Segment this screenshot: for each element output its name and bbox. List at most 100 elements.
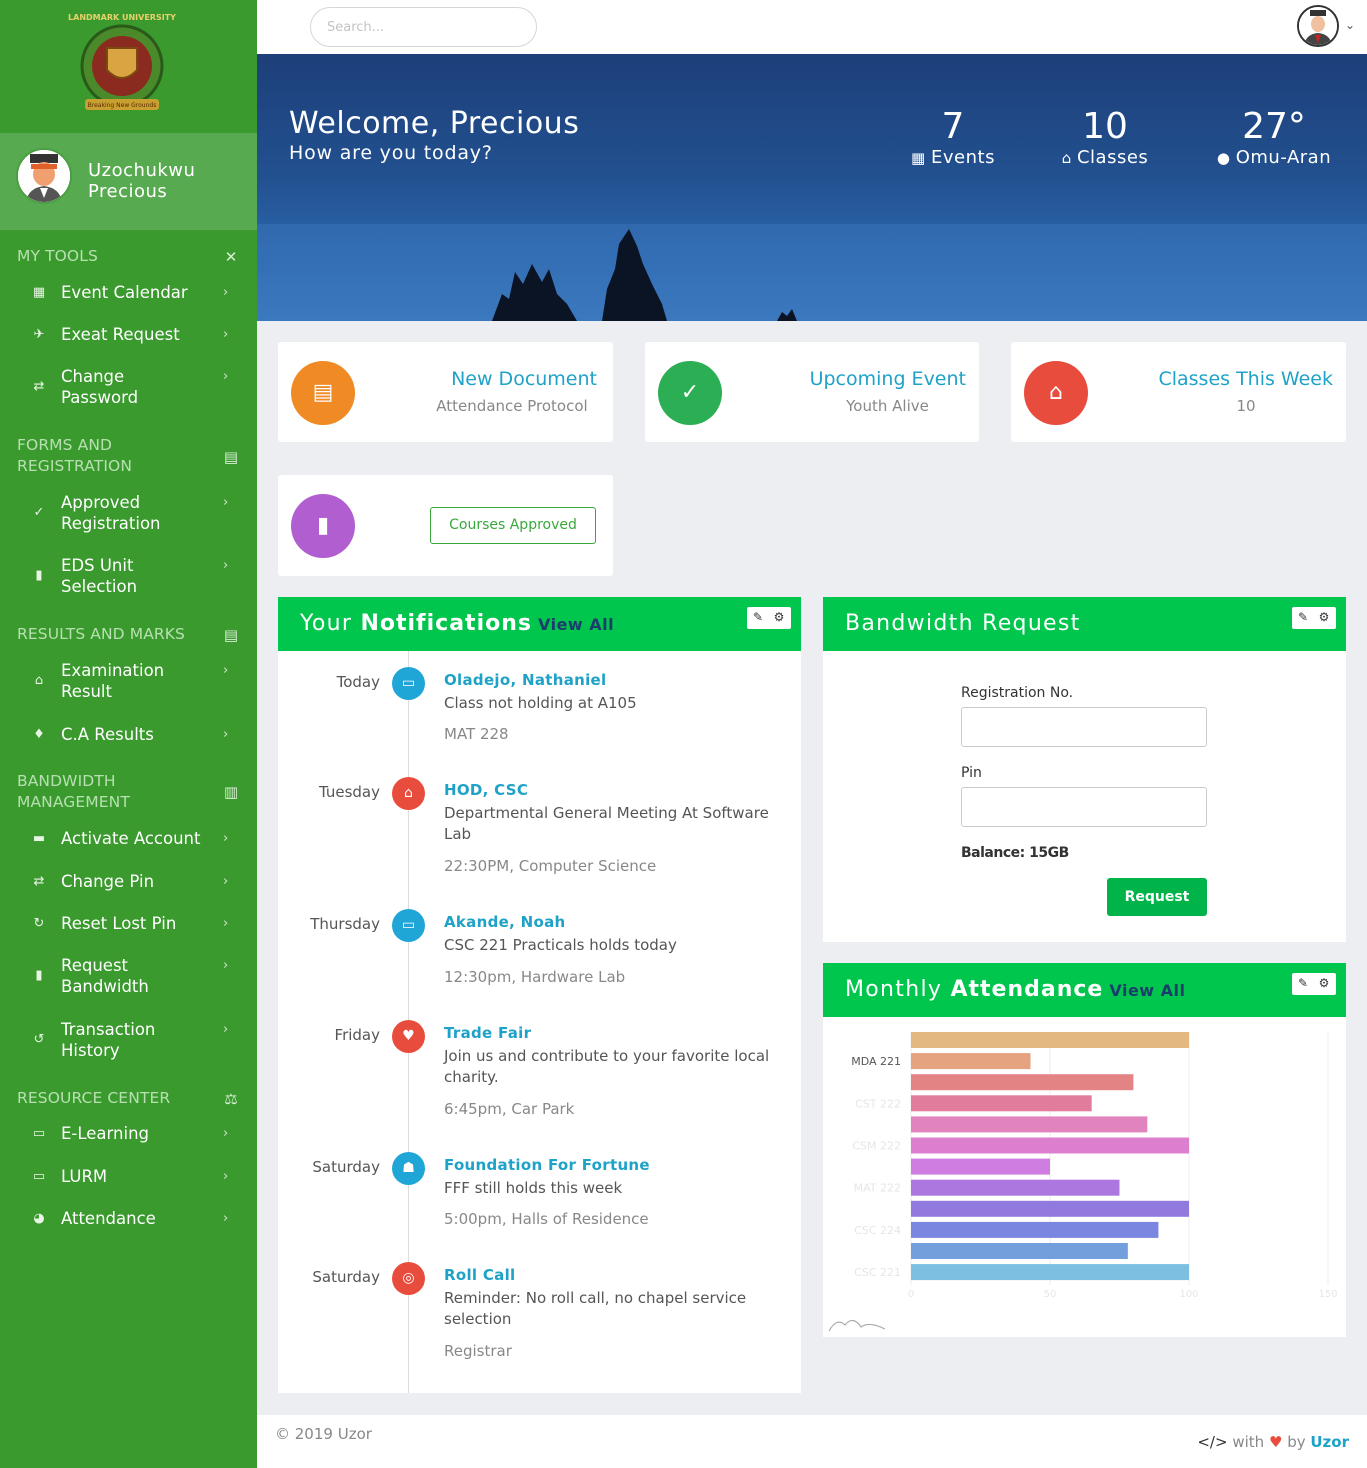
footer-author-link[interactable]: Uzor: [1310, 1433, 1349, 1451]
timeline-meta: 12:30pm, Hardware Lab: [444, 968, 626, 986]
university-logo[interactable]: Breaking New Grounds LANDMARK UNIVERSITY: [0, 0, 257, 133]
card-title: Upcoming Event: [809, 368, 966, 390]
gear-icon[interactable]: ⚙: [1316, 976, 1332, 990]
attendance-title: Monthly Attendance View All: [845, 977, 1186, 1002]
chart-tick-label: 50: [1044, 1289, 1057, 1300]
chevron-right-icon: ›: [223, 874, 229, 889]
clipboard-icon: ▮: [35, 568, 43, 583]
timeline-name[interactable]: Trade Fair: [444, 1024, 531, 1042]
search-input[interactable]: [310, 7, 537, 47]
chart-bar: [911, 1137, 1189, 1154]
attendance-header: Monthly Attendance View All ✎ ⚙: [823, 963, 1346, 1017]
timeline-name[interactable]: Oladejo, Nathaniel: [444, 671, 606, 689]
notifications-header: Your Notifications View All ✎ ⚙: [278, 597, 801, 651]
user-profile[interactable]: Uzochukwu Precious: [0, 133, 257, 230]
sitemap-icon: ☗: [392, 1152, 425, 1185]
pie-chart-icon: ◕: [33, 1211, 45, 1226]
fingerprint-icon: ◎: [392, 1262, 425, 1295]
registration-label: Registration No.: [961, 685, 1074, 701]
panel-tools: ✎ ⚙: [747, 607, 791, 629]
sidebar: Breaking New Grounds LANDMARK UNIVERSITY…: [0, 0, 257, 1468]
award-icon: ♦: [33, 727, 45, 742]
timeline-meta: 6:45pm, Car Park: [444, 1100, 575, 1118]
chart-bar: [911, 1116, 1148, 1133]
edit-icon[interactable]: ✎: [1295, 976, 1311, 990]
footer: © 2019 Uzor </> with ♥ by Uzor: [257, 1415, 1367, 1468]
banner-background: [257, 224, 1367, 321]
timeline-name[interactable]: HOD, CSC: [444, 781, 528, 799]
university-icon: ⌂: [1024, 361, 1088, 425]
heart-icon: ♥: [392, 1020, 425, 1053]
chevron-right-icon: ›: [223, 663, 229, 678]
timeline-name[interactable]: Akande, Noah: [444, 913, 565, 931]
chevron-down-icon[interactable]: ⌄: [1345, 18, 1355, 32]
chevron-right-icon: ›: [223, 327, 229, 342]
card-title: Classes This Week: [1158, 368, 1333, 390]
request-button[interactable]: Request: [1107, 878, 1207, 916]
sidebar-item-label: EDS Unit Selection: [61, 556, 138, 596]
timeline-desc: Departmental General Meeting At Software…: [444, 804, 769, 843]
exchange-icon: ⇄: [33, 874, 45, 889]
card-new-document[interactable]: ▤ New Document Attendance Protocol: [278, 342, 613, 442]
chart-bar: [911, 1158, 1050, 1175]
footer-with: with: [1232, 1433, 1265, 1451]
chart-bar: [911, 1264, 1189, 1281]
sidebar-item-label: Approved Registration: [61, 493, 161, 533]
card-classes-week[interactable]: ⌂ Classes This Week 10: [1011, 342, 1346, 442]
section-my-tools: MY TOOLS: [17, 247, 98, 265]
edit-icon[interactable]: ✎: [1295, 610, 1311, 624]
timeline-name[interactable]: Foundation For Fortune: [444, 1156, 650, 1174]
chart-bar: [911, 1179, 1120, 1196]
chart-tick-label: 0: [908, 1289, 914, 1300]
timeline-meta: Registrar: [444, 1342, 512, 1360]
pin-input[interactable]: [961, 787, 1207, 827]
gear-icon[interactable]: ⚙: [1316, 610, 1332, 624]
courses-approved-button[interactable]: Courses Approved: [430, 507, 596, 544]
section-results-marks: RESULTS AND MARKS: [17, 625, 185, 643]
footer-credit: </> with ♥ by Uzor: [1197, 1433, 1349, 1451]
stat-classes: 10 ⌂ Classes: [1055, 106, 1155, 168]
logo-text: LANDMARK UNIVERSITY: [68, 13, 176, 22]
chart-category-label: CSC 221: [854, 1266, 901, 1279]
footer-copyright: © 2019 Uzor: [275, 1425, 372, 1443]
notifications-view-all-link[interactable]: View All: [538, 615, 614, 634]
stat-events-value: 7: [941, 106, 965, 147]
bar-chart-icon: ▥: [223, 783, 239, 801]
timeline-desc: CSC 221 Practicals holds today: [444, 936, 677, 954]
user-menu-avatar[interactable]: [1297, 5, 1339, 47]
chevron-right-icon: ›: [223, 495, 229, 510]
edit-icon[interactable]: ✎: [750, 610, 766, 624]
chevron-right-icon: ›: [223, 958, 229, 973]
university-icon: ⌂: [392, 777, 425, 810]
tools-icon: ✕: [224, 248, 238, 266]
bandwidth-header: Bandwidth Request ✎ ⚙: [823, 597, 1346, 651]
chart-category-label: CST 222: [855, 1097, 901, 1110]
map-marker-icon: ●: [1216, 149, 1236, 167]
book-icon: ▮: [291, 494, 355, 558]
attendance-panel: Monthly Attendance View All ✎ ⚙ 0 50 100 150 M…: [823, 963, 1346, 1337]
gear-icon[interactable]: ⚙: [771, 610, 787, 624]
chart-watermark: [828, 1319, 886, 1332]
registration-input[interactable]: [961, 707, 1207, 747]
timeline-desc: Reminder: No roll call, no chapel servic…: [444, 1289, 747, 1328]
chevron-right-icon: ›: [223, 1169, 229, 1184]
calendar-icon: ▦: [911, 149, 931, 167]
bandwidth-panel: Bandwidth Request ✎ ⚙ Registration No. Pi…: [823, 597, 1346, 942]
logo-motto: Breaking New Grounds: [88, 102, 157, 109]
user-last-name: Precious: [88, 181, 168, 202]
exchange-icon: ⇄: [33, 379, 45, 394]
chevron-right-icon: ›: [223, 1126, 229, 1141]
history-icon: ↺: [33, 1032, 45, 1047]
stat-weather-label: Omu-Aran: [1235, 147, 1332, 168]
timeline-meta: 22:30PM, Computer Science: [444, 857, 657, 875]
timeline-day: Saturday: [312, 1158, 380, 1176]
sidebar-item-label: Change Pin: [61, 872, 155, 891]
card-upcoming-event[interactable]: ✓ Upcoming Event Youth Alive: [645, 342, 979, 442]
attendance-view-all-link[interactable]: View All: [1109, 981, 1185, 1000]
timeline-name[interactable]: Roll Call: [444, 1266, 515, 1284]
laptop-icon: ▭: [392, 909, 425, 942]
stat-classes-label: Classes: [1076, 147, 1149, 168]
timeline-meta: 5:00pm, Halls of Residence: [444, 1210, 649, 1228]
bandwidth-title: Bandwidth Request: [845, 611, 1081, 636]
chart-bar: [911, 1095, 1092, 1112]
